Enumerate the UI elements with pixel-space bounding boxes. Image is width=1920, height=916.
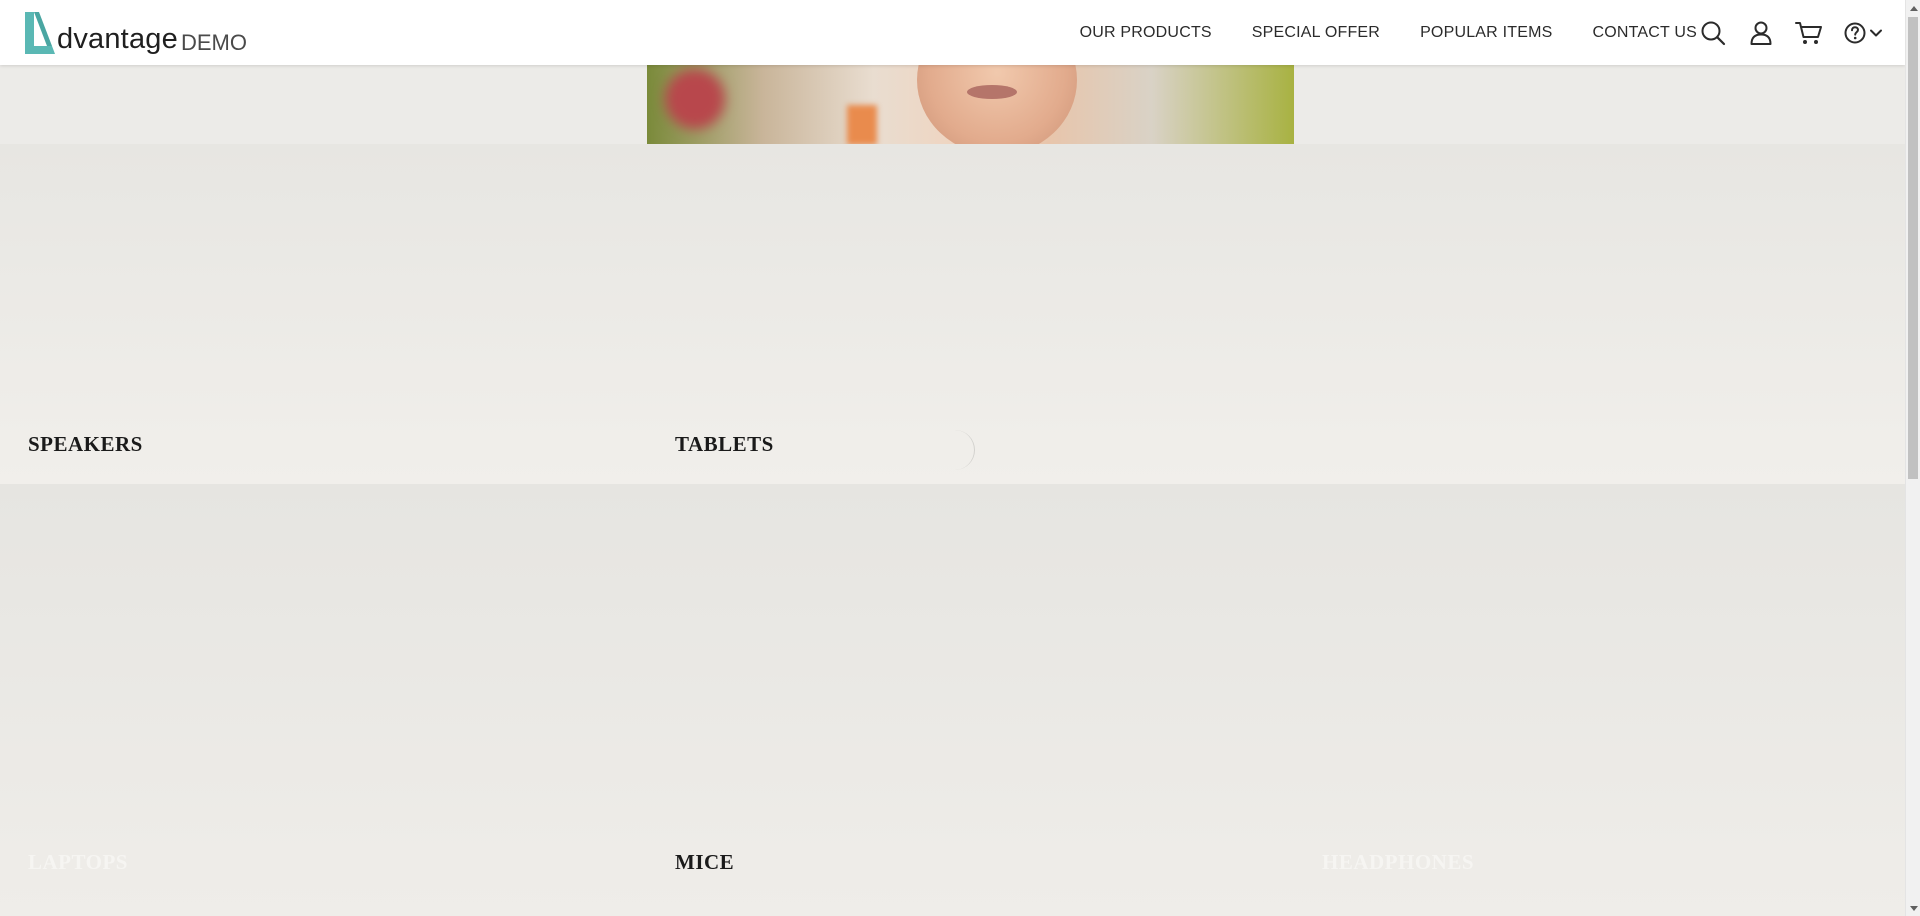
search-icon[interactable] (1699, 19, 1727, 47)
category-laptops[interactable]: LAPTOPS (0, 484, 647, 916)
hero-image (647, 65, 1294, 144)
brand-logo[interactable]: dvantage DEMO (22, 10, 247, 56)
header-icons (1699, 0, 1883, 65)
category-label-mice: MICE (675, 850, 735, 874)
nav-popular-items[interactable]: POPULAR ITEMS (1420, 24, 1552, 42)
category-label-speakers: SPEAKERS (28, 432, 143, 456)
user-icon[interactable] (1747, 19, 1775, 47)
nav-contact-us[interactable]: CONTACT US (1592, 24, 1697, 42)
hero-model-lips (967, 85, 1017, 99)
category-row-2: LAPTOPS MICE HEADPHONES (0, 484, 1905, 916)
vertical-scrollbar[interactable] (1905, 0, 1920, 916)
help-icon (1844, 22, 1866, 43)
main-nav: OUR PRODUCTS SPECIAL OFFER POPULAR ITEMS… (1080, 0, 1697, 65)
chevron-down-icon (1870, 29, 1882, 36)
help-menu[interactable] (1843, 21, 1883, 45)
hero-background-detail (847, 105, 877, 144)
category-headphones[interactable]: HEADPHONES (1294, 484, 1905, 916)
scrollbar-thumb[interactable] (1908, 17, 1918, 479)
hero-background-figure (665, 69, 725, 129)
category-mice[interactable]: MICE (647, 484, 1294, 916)
category-label-laptops: LAPTOPS (28, 850, 128, 874)
nav-our-products[interactable]: OUR PRODUCTS (1080, 24, 1212, 42)
cart-icon[interactable] (1795, 19, 1823, 47)
nav-special-offer[interactable]: SPECIAL OFFER (1252, 24, 1380, 42)
brand-suffix: DEMO (180, 30, 247, 55)
category-label-tablets: TABLETS (675, 432, 774, 456)
hero-model-face (917, 65, 1077, 144)
category-speakers[interactable]: SPEAKERS (0, 144, 647, 484)
category-label-headphones: HEADPHONES (1322, 850, 1475, 874)
scroll-up-arrow-icon[interactable] (1906, 0, 1920, 15)
page-viewport: dvantage DEMO OUR PRODUCTS SPECIAL OFFER… (0, 0, 1905, 916)
site-header: dvantage DEMO OUR PRODUCTS SPECIAL OFFER… (0, 0, 1905, 65)
category-tablets[interactable]: TABLETS (647, 144, 1294, 484)
loading-spinner (935, 430, 975, 470)
category-empty-slot (1294, 144, 1905, 484)
scroll-down-arrow-icon[interactable] (1906, 901, 1920, 916)
logo-mark-icon (25, 12, 55, 54)
brand-name: dvantage (57, 23, 178, 55)
